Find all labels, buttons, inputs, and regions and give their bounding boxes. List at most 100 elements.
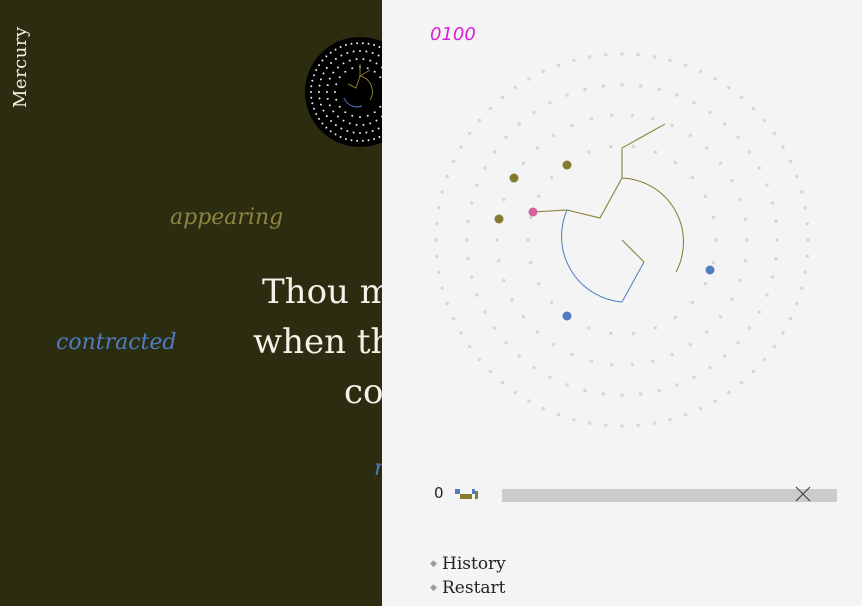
map-dot <box>526 238 530 242</box>
map-dot <box>335 98 338 101</box>
map-dot <box>718 161 723 165</box>
map-dot <box>367 139 370 142</box>
map-dot <box>338 76 341 79</box>
menu-item-history[interactable]: ◆ History <box>430 552 506 576</box>
map-dot <box>342 62 345 65</box>
map-dot <box>339 135 342 138</box>
olive-node <box>562 160 572 170</box>
map-dot <box>369 122 372 125</box>
olive-node <box>509 173 519 183</box>
map-dot <box>475 293 479 297</box>
diamond-icon: ◆ <box>430 559 437 569</box>
map-dot <box>675 383 679 387</box>
map-dot <box>366 114 369 117</box>
map-dot <box>466 219 470 224</box>
map-dot <box>311 102 314 105</box>
map-dot <box>714 238 718 242</box>
map-dot <box>690 175 695 180</box>
map-dot <box>329 51 332 54</box>
map-dot <box>310 96 313 99</box>
map-dot <box>583 388 587 393</box>
map-dot <box>373 44 376 47</box>
map-dot <box>513 85 518 90</box>
map-dot <box>747 326 752 330</box>
word-contracted[interactable]: contracted <box>56 330 176 355</box>
map-dot <box>535 330 540 334</box>
menu-item-restart[interactable]: ◆ Restart <box>430 576 506 600</box>
map-dot <box>690 300 695 305</box>
map-dot <box>356 139 359 142</box>
map-dot <box>775 238 779 242</box>
map-dot <box>318 97 321 100</box>
map-dot <box>739 380 744 385</box>
map-dot <box>350 42 353 45</box>
map-dot <box>340 54 343 57</box>
map-dot <box>340 127 343 130</box>
map-dot <box>765 293 769 297</box>
map-dot <box>488 106 493 111</box>
map-dot <box>346 129 349 132</box>
map-dot <box>774 219 778 224</box>
map-dot <box>708 110 712 115</box>
map-dot <box>326 84 329 87</box>
map-dot <box>344 44 347 47</box>
map-dot <box>318 117 321 120</box>
map-dot <box>513 390 518 395</box>
blue-node <box>705 265 715 275</box>
map-dot <box>535 146 540 150</box>
mini-map-icon[interactable] <box>304 36 382 148</box>
map-dot <box>757 166 761 170</box>
constellation-map[interactable] <box>382 0 862 460</box>
map-dot <box>435 222 439 226</box>
map-dot <box>435 254 439 258</box>
map-dot <box>322 109 325 112</box>
progress-count: 0 <box>434 484 444 502</box>
map-dot <box>465 238 469 242</box>
map-dot <box>718 315 723 319</box>
word-appearing[interactable]: appearing <box>170 205 283 230</box>
map-dot <box>492 150 497 154</box>
map-dot <box>366 67 369 70</box>
menu-label: Restart <box>442 578 506 598</box>
word-partial[interactable]: r <box>374 456 382 481</box>
map-dot <box>362 58 365 61</box>
poem-line-3: co <box>344 372 382 412</box>
map-dot <box>310 91 312 93</box>
poem-line-1: Thou m <box>262 272 382 312</box>
progress-row: 0 <box>430 482 837 506</box>
map-dot <box>459 331 463 335</box>
map-dot <box>529 260 533 265</box>
map-dot <box>373 70 376 73</box>
map-dot <box>477 357 482 362</box>
map-dot <box>344 111 347 114</box>
map-dot <box>339 46 342 49</box>
map-dot <box>803 270 807 274</box>
map-dot <box>521 315 526 319</box>
map-dot <box>378 135 381 138</box>
map-dot <box>517 122 521 126</box>
map-dot <box>673 315 678 320</box>
map-dot <box>713 399 717 403</box>
map-dot <box>355 123 358 126</box>
map-dot <box>630 113 635 118</box>
map-dot <box>500 380 505 385</box>
map-dot <box>504 341 508 345</box>
story-area: Mercury appearing contracted r Thou m wh… <box>0 0 382 606</box>
map-dot <box>765 183 769 187</box>
map-dot <box>336 115 339 118</box>
map-dot <box>723 122 727 126</box>
map-panel: 0100 0 ◆ History ◆ Restart <box>382 0 862 606</box>
map-dot <box>497 258 501 263</box>
map-dot <box>549 300 554 305</box>
map-dot <box>670 123 674 128</box>
map-dot <box>459 145 463 149</box>
map-dot <box>772 131 777 136</box>
map-dot <box>692 101 696 105</box>
close-x-icon[interactable] <box>794 485 812 503</box>
map-dot <box>805 222 809 226</box>
blue-node <box>562 311 572 321</box>
map-dot <box>467 344 472 349</box>
map-dot <box>371 52 374 55</box>
map-dot <box>770 201 775 205</box>
map-dot <box>795 174 799 179</box>
